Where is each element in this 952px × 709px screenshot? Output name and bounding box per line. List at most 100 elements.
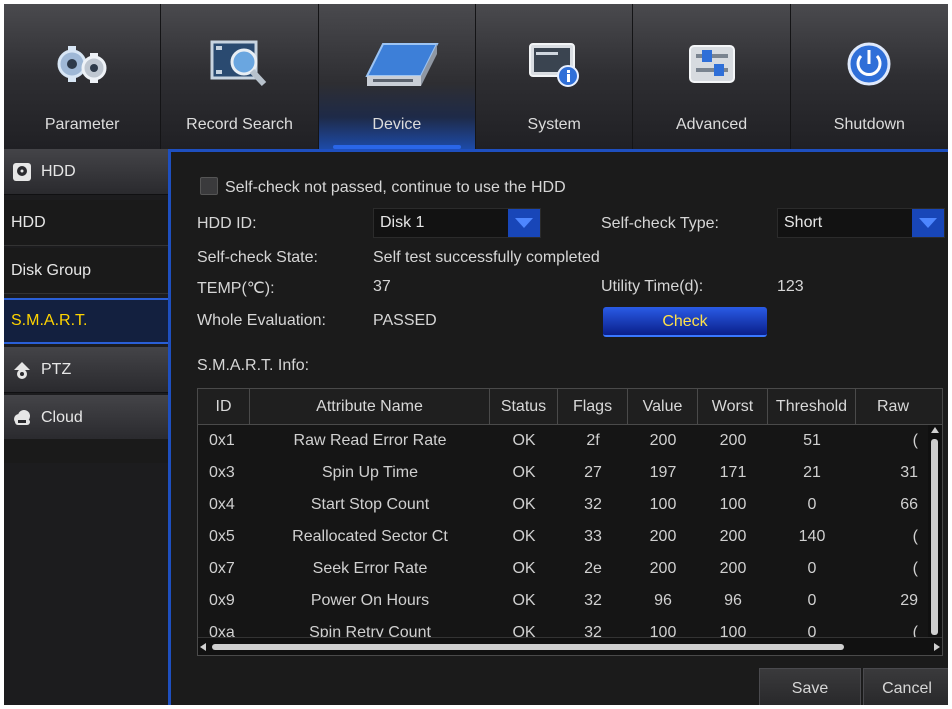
smart-table: ID Attribute Name Status Flags Value Wor… [197,388,943,656]
save-button[interactable]: Save [759,668,861,705]
check-button[interactable]: Check [603,307,767,337]
selfcheck-type-select[interactable]: Short [777,208,945,238]
cell-value: 200 [649,560,677,577]
cell-raw: 31 [900,464,918,481]
cell-flags: 32 [584,592,602,609]
cell-threshold: 0 [807,496,817,513]
continue-label: Self-check not passed, continue to use t… [225,179,566,196]
cell-value: 197 [649,464,677,481]
smart-panel: Self-check not passed, continue to use t… [168,149,948,705]
col-worst[interactable]: Worst [698,389,768,425]
cell-attribute-name: Start Stop Count [310,496,430,513]
cell-status: OK [512,528,536,545]
hdd-id-select[interactable]: Disk 1 [373,208,541,238]
tab-label: System [527,116,581,133]
horizontal-scrollbar[interactable] [198,637,942,655]
col-flags[interactable]: Flags [558,389,628,425]
sidebar-label: Cloud [41,408,83,426]
cell-worst: 100 [719,496,747,513]
cell-status: OK [512,432,536,449]
cancel-button[interactable]: Cancel [863,668,948,705]
tab-advanced[interactable]: Advanced [633,4,791,149]
utility-time-value: 123 [777,278,804,295]
horizontal-scroll-thumb[interactable] [212,644,844,650]
col-value[interactable]: Value [628,389,698,425]
selfcheck-state-value: Self test successfully completed [373,249,600,266]
selfcheck-type-label: Self-check Type: [601,215,719,232]
col-id[interactable]: ID [198,389,250,425]
scroll-left-icon[interactable] [200,643,206,651]
chevron-down-icon [508,209,540,237]
cell-value: 100 [649,496,677,513]
col-status[interactable]: Status [490,389,558,425]
vertical-scrollbar[interactable] [928,425,942,637]
table-header: ID Attribute Name Status Flags Value Wor… [198,389,942,425]
sidebar-label: PTZ [41,360,72,378]
cell-threshold: 0 [807,560,817,577]
hard-drive-icon [349,32,445,96]
cell-worst: 200 [719,528,747,545]
cell-attribute-name: Spin Up Time [321,464,419,481]
sidebar-label: Disk Group [11,261,92,279]
col-threshold[interactable]: Threshold [768,389,856,425]
cell-id: 0x5 [209,528,235,545]
sidebar-label: HDD [41,162,76,180]
tab-device[interactable]: Device [318,4,477,149]
cell-value: 200 [649,528,677,545]
cell-raw: ( [912,432,918,449]
cell-attribute-name: Power On Hours [310,592,430,609]
cell-id: 0x1 [209,432,235,449]
gears-icon [34,32,130,96]
cell-id: 0x7 [209,560,235,577]
tab-system[interactable]: System [476,4,634,149]
cell-threshold: 51 [803,432,821,449]
hdd-icon [11,161,33,183]
scroll-up-icon[interactable] [931,427,939,433]
sidebar-header-hdd[interactable]: HDD [4,149,168,195]
table-row[interactable]: 0x5 Reallocated Sector Ct OK 33 200 200 140 ( [198,521,942,553]
continue-checkbox[interactable] [200,177,218,195]
table-row[interactable]: 0x7 Seek Error Rate OK 2e 200 200 0 ( [198,553,942,585]
chevron-down-icon [912,209,944,237]
main-nav: Parameter Record Search Device System Ad… [4,4,948,149]
cell-value: 96 [654,592,672,609]
tab-label: Shutdown [833,116,905,133]
temp-label: TEMP(℃): [197,280,275,297]
cell-status: OK [512,592,536,609]
table-row[interactable]: 0x1 Raw Read Error Rate OK 2f 200 200 51 ( [198,425,942,457]
scroll-right-icon[interactable] [934,643,940,651]
cell-flags: 2f [586,432,600,449]
sidebar-header-ptz[interactable]: PTZ [4,347,168,393]
cell-worst: 171 [719,464,747,481]
tab-label: Parameter [44,116,120,133]
cell-threshold: 140 [798,528,826,545]
cell-raw: 66 [900,496,918,513]
cloud-icon [11,407,33,429]
sidebar-spacer [4,439,168,463]
col-raw[interactable]: Raw [856,389,930,425]
vertical-scroll-thumb[interactable] [931,439,938,635]
cell-status: OK [512,464,536,481]
sidebar-item-smart[interactable]: S.M.A.R.T. [4,298,168,344]
selfcheck-type-value: Short [784,214,823,231]
table-row[interactable]: 0x3 Spin Up Time OK 27 197 171 21 31 [198,457,942,489]
table-row[interactable]: 0x4 Start Stop Count OK 32 100 100 0 66 [198,489,942,521]
cell-raw: ( [912,528,918,545]
sidebar-item-disk-group[interactable]: Disk Group [4,248,168,294]
sidebar-header-cloud[interactable]: Cloud [4,395,168,441]
sidebar-item-hdd[interactable]: HDD [4,200,168,246]
tab-parameter[interactable]: Parameter [4,4,162,149]
cell-attribute-name: Raw Read Error Rate [293,432,447,449]
cell-raw: 29 [900,592,918,609]
cell-worst: 96 [724,592,742,609]
monitor-info-icon [506,32,602,96]
cell-worst: 200 [719,432,747,449]
sidebar-label: HDD [11,213,46,231]
tab-shutdown[interactable]: Shutdown [790,4,948,149]
col-attribute-name[interactable]: Attribute Name [250,389,490,425]
tab-label: Advanced [675,116,748,133]
tab-record-search[interactable]: Record Search [161,4,319,149]
table-row[interactable]: 0x9 Power On Hours OK 32 96 96 0 29 [198,585,942,617]
selfcheck-state-label: Self-check State: [197,249,318,266]
magnifier-film-icon [192,32,288,96]
